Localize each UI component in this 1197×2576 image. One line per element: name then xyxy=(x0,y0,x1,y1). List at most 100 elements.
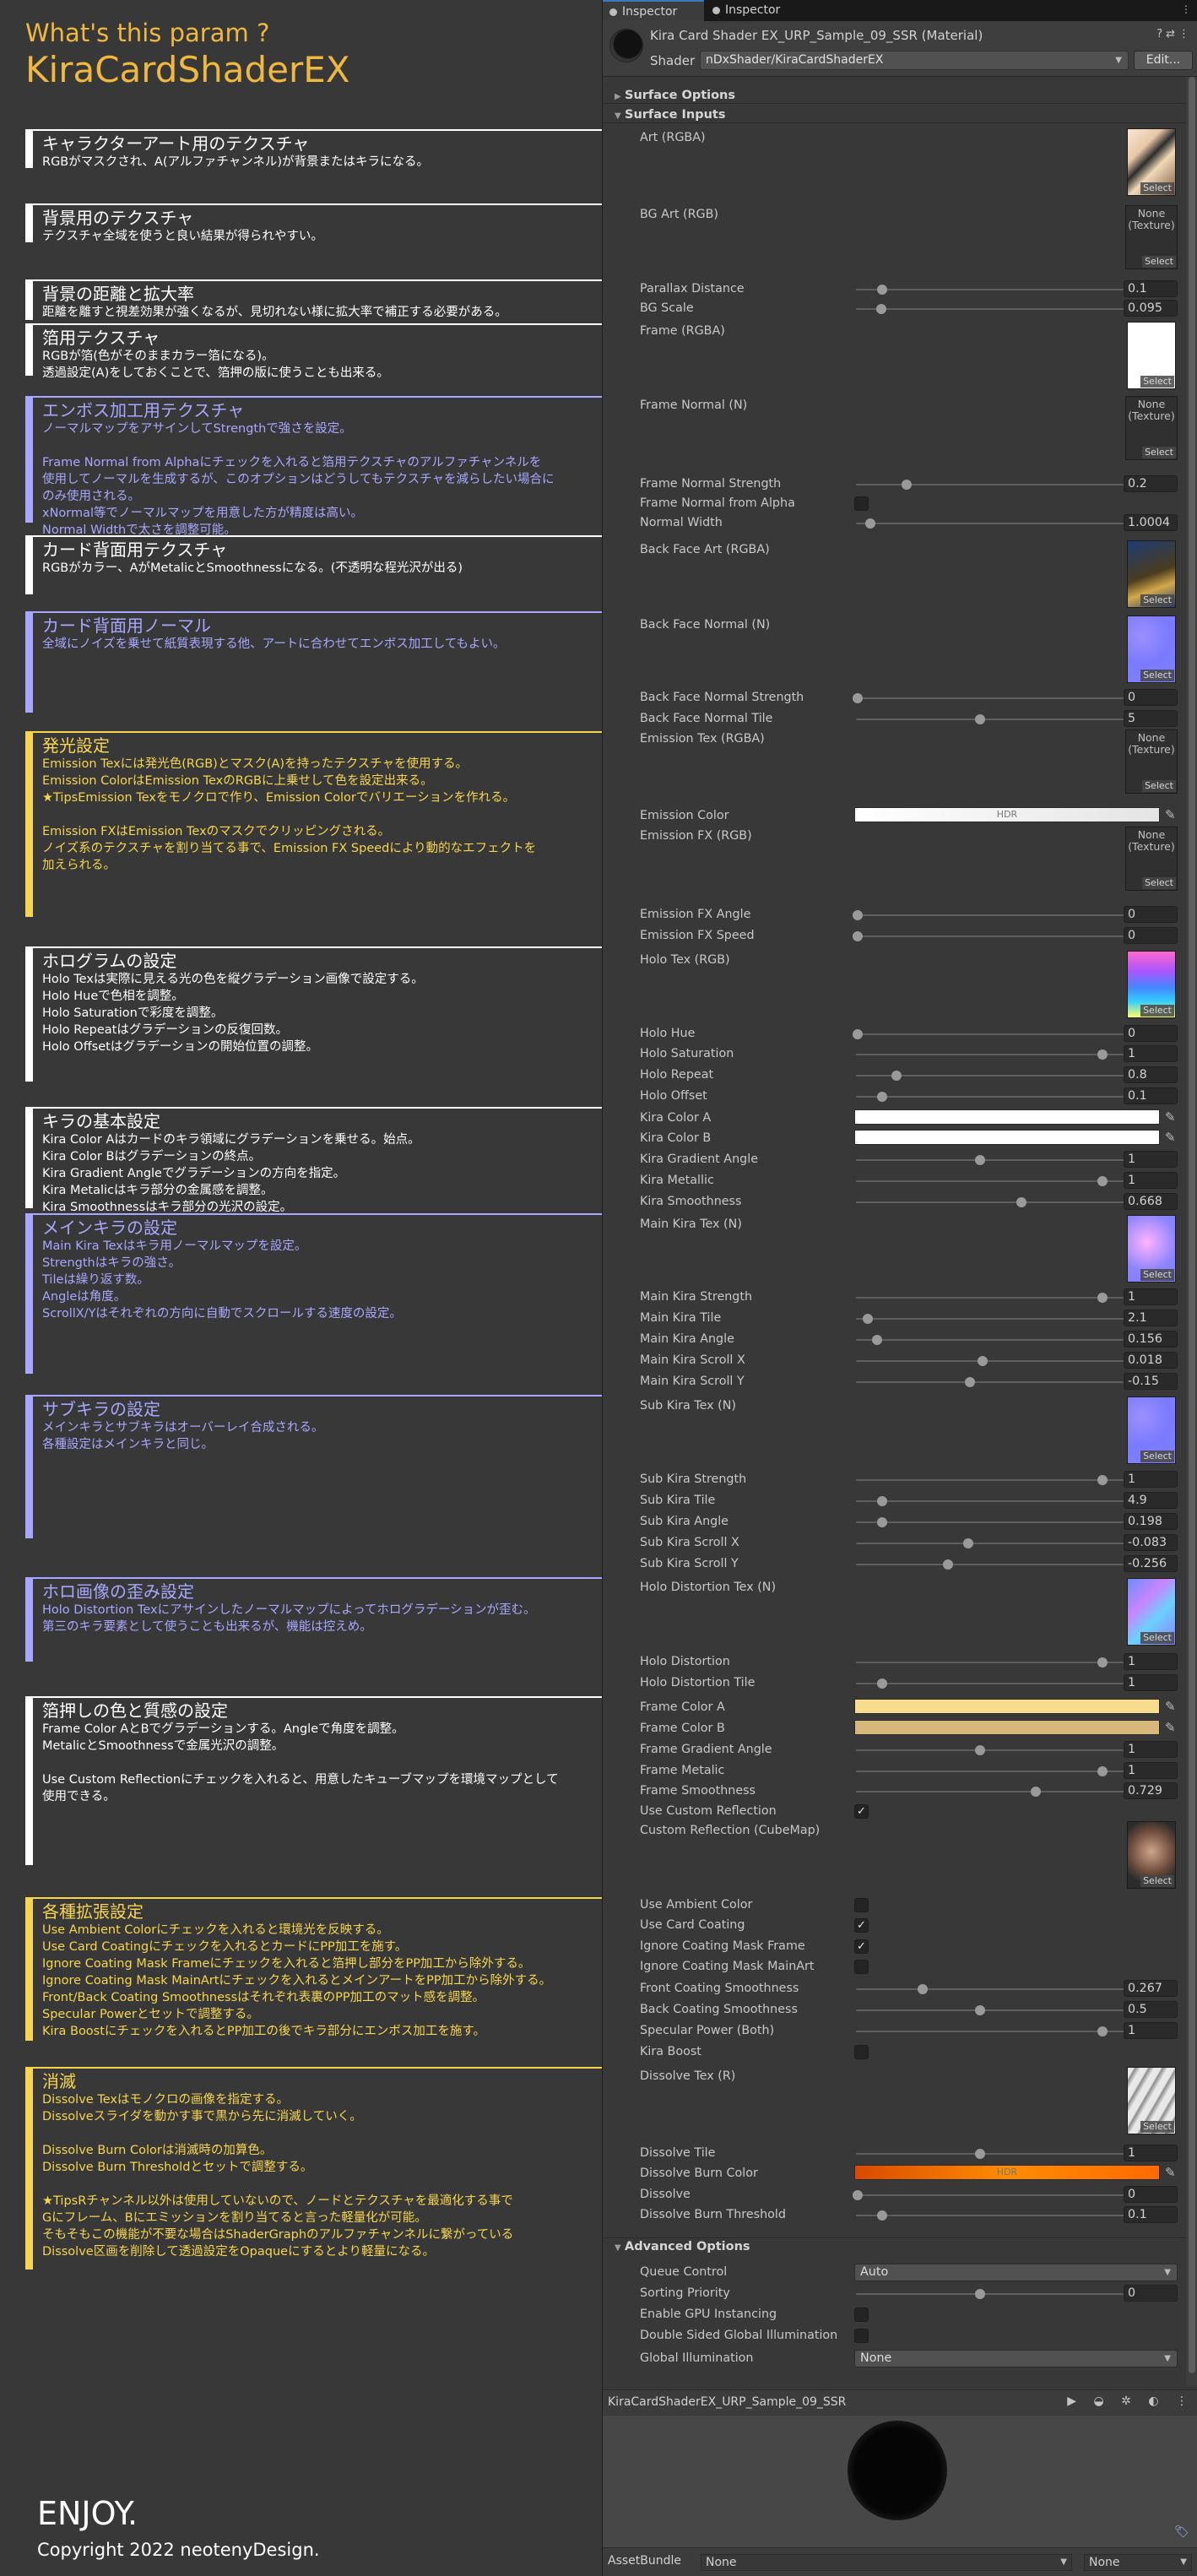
color-swatch[interactable]: HDR xyxy=(854,2165,1160,2180)
property-value-field[interactable]: 0.018 xyxy=(1124,1352,1178,1369)
texture-slot[interactable]: None (Texture) Select xyxy=(1125,827,1178,891)
texture-slot[interactable]: None (Texture) Select xyxy=(1125,205,1178,269)
texture-slot[interactable]: None (Texture) Select xyxy=(1125,729,1178,794)
property-value-field[interactable]: 0.1 xyxy=(1124,280,1178,297)
tab-inspector-active[interactable]: Inspector xyxy=(603,0,704,21)
property-value-field[interactable]: 1 xyxy=(1124,1288,1178,1305)
slider-track[interactable] xyxy=(856,1791,1161,1792)
tab-inspector-2[interactable]: Inspector xyxy=(706,0,807,21)
slider-handle[interactable] xyxy=(918,1984,929,1994)
slider-track[interactable] xyxy=(856,1381,1161,1383)
scrollbar-thumb[interactable] xyxy=(1189,77,1195,2373)
slider-track[interactable] xyxy=(856,1096,1161,1098)
slider-track[interactable] xyxy=(856,719,1161,720)
property-slider[interactable] xyxy=(853,2187,1162,2204)
slider-track[interactable] xyxy=(856,1662,1161,1663)
tag-icon[interactable]: 🏷 xyxy=(1174,2525,1193,2542)
texture-slot[interactable]: Select xyxy=(1127,616,1176,683)
texture-select-button[interactable]: Select xyxy=(1140,594,1174,606)
slider-handle[interactable] xyxy=(853,931,863,941)
slider-handle[interactable] xyxy=(975,714,985,724)
property-checkbox[interactable]: ✓ xyxy=(854,1918,869,1933)
texture-slot[interactable]: Select xyxy=(1127,951,1176,1018)
foldout-surface-options[interactable]: ▶ Surface Options xyxy=(615,89,735,102)
color-swatch[interactable] xyxy=(854,1109,1160,1125)
property-slider[interactable] xyxy=(854,515,1162,532)
slider-handle[interactable] xyxy=(877,285,887,295)
texture-select-button[interactable]: Select xyxy=(1140,1005,1174,1017)
slider-handle[interactable] xyxy=(1097,2026,1108,2036)
eyedropper-icon[interactable]: ✎ xyxy=(1165,1130,1176,1145)
property-value-field[interactable]: 4.9 xyxy=(1124,1492,1178,1509)
property-checkbox[interactable]: ✓ xyxy=(854,1939,869,1954)
color-swatch[interactable] xyxy=(854,1699,1160,1714)
property-value-field[interactable]: 0.1 xyxy=(1124,2206,1178,2223)
property-checkbox[interactable] xyxy=(854,496,869,511)
property-slider[interactable] xyxy=(853,928,1162,945)
property-value-field[interactable]: 0 xyxy=(1124,2186,1178,2203)
property-slider[interactable] xyxy=(854,1742,1162,1759)
property-value-field[interactable]: 1 xyxy=(1124,2022,1178,2039)
foldout-surface-inputs[interactable]: ▼ Surface Inputs xyxy=(615,108,725,122)
preview-area[interactable]: 🏷 xyxy=(603,2416,1197,2547)
texture-select-button[interactable]: Select xyxy=(1140,1451,1174,1462)
slider-track[interactable] xyxy=(856,1339,1161,1341)
preview-sphere[interactable] xyxy=(848,2421,947,2520)
slider-handle[interactable] xyxy=(853,693,863,703)
property-value-field[interactable]: 0.729 xyxy=(1124,1782,1178,1799)
slider-handle[interactable] xyxy=(975,2289,985,2299)
slider-handle[interactable] xyxy=(1097,1049,1108,1060)
slider-track[interactable] xyxy=(856,1479,1161,1481)
header-icons[interactable]: ?⇄⋮ xyxy=(1156,28,1193,41)
property-slider[interactable] xyxy=(854,1556,1162,1573)
property-slider[interactable] xyxy=(854,1675,1162,1692)
slider-track[interactable] xyxy=(856,1054,1161,1055)
color-swatch[interactable] xyxy=(854,1720,1160,1735)
texture-select-button[interactable]: Select xyxy=(1142,447,1176,458)
property-slider[interactable] xyxy=(854,1493,1162,1510)
property-value-field[interactable]: 1 xyxy=(1124,1741,1178,1758)
property-slider[interactable] xyxy=(853,907,1162,924)
slider-track[interactable] xyxy=(856,697,1161,699)
slider-handle[interactable] xyxy=(1097,1176,1108,1186)
color-swatch[interactable]: HDR xyxy=(854,807,1160,822)
property-value-field[interactable]: 0 xyxy=(1124,2285,1178,2302)
slider-track[interactable] xyxy=(856,1201,1161,1203)
slider-track[interactable] xyxy=(856,1521,1161,1523)
slider-handle[interactable] xyxy=(862,1314,873,1324)
property-slider[interactable] xyxy=(854,1289,1162,1306)
property-value-field[interactable]: 1 xyxy=(1124,1762,1178,1779)
slider-track[interactable] xyxy=(856,1988,1161,1990)
slider-handle[interactable] xyxy=(891,1071,902,1081)
slider-handle[interactable] xyxy=(975,2149,985,2159)
slider-handle[interactable] xyxy=(1031,1787,1042,1797)
slider-track[interactable] xyxy=(856,1564,1161,1565)
property-slider[interactable] xyxy=(854,1331,1162,1348)
slider-track[interactable] xyxy=(856,1543,1161,1544)
property-value-field[interactable]: 0.198 xyxy=(1124,1513,1178,1530)
property-slider[interactable] xyxy=(854,1353,1162,1369)
slider-track[interactable] xyxy=(856,1297,1161,1299)
slider-handle[interactable] xyxy=(853,910,863,920)
slider-handle[interactable] xyxy=(1097,1657,1108,1668)
texture-slot[interactable]: None (Texture) Select xyxy=(1125,396,1178,460)
texture-select-button[interactable]: Select xyxy=(1140,376,1174,388)
property-value-field[interactable]: 1 xyxy=(1124,1674,1178,1691)
slider-handle[interactable] xyxy=(877,1496,887,1506)
texture-select-button[interactable]: Select xyxy=(1142,780,1176,792)
property-value-field[interactable]: 1 xyxy=(1124,1045,1178,1062)
property-slider[interactable] xyxy=(854,1654,1162,1671)
eyedropper-icon[interactable]: ✎ xyxy=(1165,807,1176,822)
slider-track[interactable] xyxy=(856,1360,1161,1362)
property-value-field[interactable]: 0 xyxy=(1124,689,1178,706)
property-slider[interactable] xyxy=(853,1026,1162,1043)
property-slider[interactable] xyxy=(854,1173,1162,1190)
assetbundle-dropdown[interactable]: None ▼ xyxy=(701,2554,1072,2571)
property-slider[interactable] xyxy=(854,2023,1162,2040)
slider-track[interactable] xyxy=(856,2194,1161,2196)
property-value-field[interactable]: 1.0004 xyxy=(1124,514,1178,531)
property-value-field[interactable]: 1 xyxy=(1124,1653,1178,1670)
texture-slot[interactable]: Select xyxy=(1127,540,1176,608)
slider-track[interactable] xyxy=(856,2031,1161,2032)
slider-handle[interactable] xyxy=(902,480,912,490)
